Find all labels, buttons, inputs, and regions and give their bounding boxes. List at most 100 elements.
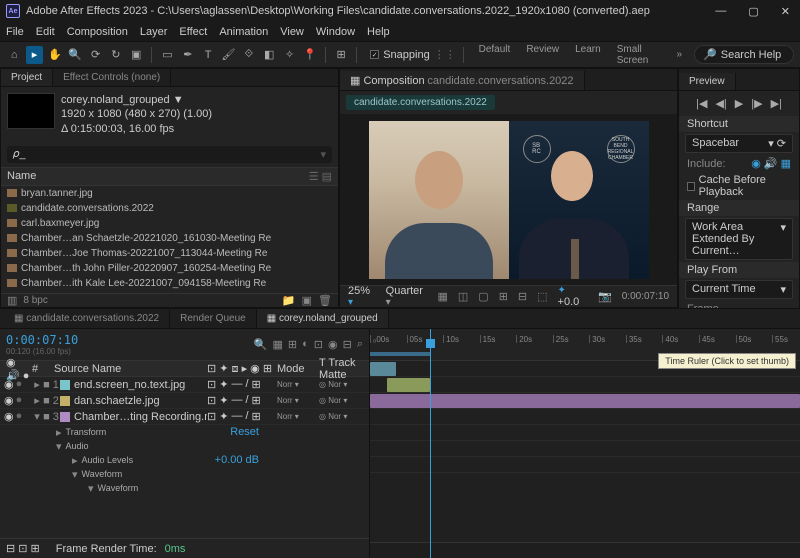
project-search-input[interactable]: 𝜌_ ▾ xyxy=(7,146,332,163)
menu-file[interactable]: File xyxy=(6,26,24,38)
maximize-button[interactable]: ▢ xyxy=(744,5,762,18)
timeline-timecode[interactable]: 0:00:07:10 xyxy=(6,333,78,347)
minimize-button[interactable]: — xyxy=(711,5,730,18)
tab-composition[interactable]: ▦ Composition candidate.conversations.20… xyxy=(340,71,585,90)
workspace-small-screen[interactable]: Small Screen xyxy=(609,42,665,68)
bpc-toggle[interactable]: 8 bpc xyxy=(23,295,47,306)
timeline-tab[interactable]: ▦ corey.noland_grouped xyxy=(257,309,389,328)
project-item[interactable]: Chamber…an Schaetzle-20221020_161030-Mee… xyxy=(1,231,338,246)
trkmat-dropdown[interactable]: ◎ Nor ▾ xyxy=(319,380,369,389)
trkmat-dropdown[interactable]: ◎ Nor ▾ xyxy=(319,412,369,421)
new-comp-icon[interactable]: ▣ xyxy=(302,294,312,307)
orbit-tool-icon[interactable]: ⟳ xyxy=(87,46,103,64)
timeline-layer[interactable]: ◉●▾■ 3Chamber…ting Recording.mp4⊡✦—/⊞Nor… xyxy=(0,409,369,425)
selection-tool-icon[interactable]: ▸ xyxy=(26,46,42,64)
roto-tool-icon[interactable]: ✧ xyxy=(281,46,297,64)
draft3d-icon[interactable]: ⊞ xyxy=(288,338,297,351)
mode-dropdown[interactable]: Norr ▾ xyxy=(277,396,319,405)
toggle-mask-icon[interactable]: ◫ xyxy=(458,290,468,303)
clone-tool-icon[interactable]: ⟐ xyxy=(241,46,257,64)
motion-blur-icon[interactable]: ◉ xyxy=(328,338,338,351)
playhead[interactable] xyxy=(430,329,431,558)
timeline-track-area[interactable]: ₀00s05s10s15s20s25s30s35s40s45s50s55s Ti… xyxy=(370,329,800,558)
playfrom-dropdown[interactable]: Current Time▾ xyxy=(685,280,793,299)
twirl-icon[interactable]: ▸ xyxy=(56,426,62,439)
solo-icon[interactable]: ● xyxy=(16,378,23,391)
shy-icon[interactable]: ◐ xyxy=(302,338,309,351)
column-menu-icon[interactable]: ☰ ▤ xyxy=(309,170,332,183)
twirl-icon[interactable]: ▾ xyxy=(32,410,42,423)
next-frame-icon[interactable]: |▶ xyxy=(751,97,762,110)
property-value[interactable]: Reset xyxy=(230,426,259,438)
toggle-switches-icon[interactable]: ⊟ ⊡ ⊞ xyxy=(6,542,40,555)
eye-icon[interactable]: ◉ xyxy=(4,378,14,391)
project-item[interactable]: candidate.conversations.2022 xyxy=(1,201,338,216)
eye-icon[interactable]: ◉ xyxy=(4,410,14,423)
play-icon[interactable]: ▶ xyxy=(735,97,743,110)
brainstorm-icon[interactable]: ⌕ xyxy=(357,338,363,351)
twirl-icon[interactable]: ▸ xyxy=(32,394,42,407)
project-item[interactable]: carl.baxmeyer.jpg xyxy=(1,216,338,231)
comp-mini-flowchart-icon[interactable]: ▦ xyxy=(273,338,283,351)
graph-editor-icon[interactable]: ⊟ xyxy=(343,338,352,351)
trkmat-dropdown[interactable]: ◎ Nor ▾ xyxy=(319,396,369,405)
snapping-toggle[interactable]: Snapping ⋮⋮ xyxy=(370,48,456,61)
project-item[interactable]: Chamber…ith Kale Lee-20221007_094158-Mee… xyxy=(1,276,338,291)
menu-effect[interactable]: Effect xyxy=(179,26,207,38)
layer-property[interactable]: ▸Audio Levels+0.00 dB xyxy=(0,453,369,467)
guides-icon[interactable]: ⊟ xyxy=(518,290,527,303)
channel-icon[interactable]: ⬚ xyxy=(537,290,547,303)
workspace-more-icon[interactable]: » xyxy=(668,47,690,62)
track-row[interactable] xyxy=(370,393,800,409)
toggle-alpha-icon[interactable]: ▦ xyxy=(437,290,447,303)
timeline-layer[interactable]: ◉●▸■ 2dan.schaetzle.jpg⊡✦—/⊞Norr ▾◎ Nor … xyxy=(0,393,369,409)
workspace-learn[interactable]: Learn xyxy=(567,42,609,68)
track-row[interactable] xyxy=(370,377,800,393)
tab-preview[interactable]: Preview xyxy=(679,73,736,90)
layer-property[interactable]: ▾Audio xyxy=(0,439,369,453)
brush-tool-icon[interactable]: 🖌 xyxy=(220,46,236,64)
timeline-layer[interactable]: ◉●▸■ 1end.screen_no.text.jpg⊡✦—/⊞Norr ▾◎… xyxy=(0,377,369,393)
layer-property[interactable]: ▸TransformReset xyxy=(0,425,369,439)
shortcut-dropdown[interactable]: Spacebar▾ ⟳ xyxy=(685,134,793,153)
delete-icon[interactable]: 🗑 xyxy=(318,294,332,307)
shape-tool-icon[interactable]: ▭ xyxy=(159,46,175,64)
anchor-tool-icon[interactable]: ▣ xyxy=(128,46,144,64)
menu-layer[interactable]: Layer xyxy=(140,26,168,38)
workspace-review[interactable]: Review xyxy=(518,42,567,68)
comp-flowchart-tab[interactable]: candidate.conversations.2022 xyxy=(346,95,495,110)
tab-effect-controls[interactable]: Effect Controls (none) xyxy=(53,69,171,86)
text-tool-icon[interactable]: T xyxy=(200,46,216,64)
twirl-icon[interactable]: ▾ xyxy=(88,482,94,495)
menu-view[interactable]: View xyxy=(280,26,304,38)
rotate-tool-icon[interactable]: ↻ xyxy=(108,46,124,64)
new-folder-icon[interactable]: 📁 xyxy=(282,294,296,307)
project-item[interactable]: bryan.tanner.jpg xyxy=(1,186,338,201)
eraser-tool-icon[interactable]: ◧ xyxy=(261,46,277,64)
mode-dropdown[interactable]: Norr ▾ xyxy=(277,412,319,421)
pen-tool-icon[interactable]: ✒ xyxy=(180,46,196,64)
twirl-icon[interactable]: ▸ xyxy=(72,454,78,467)
composition-viewer[interactable]: SBRC SOUTH BENDREGIONALCHAMBER xyxy=(340,114,677,285)
timeline-tab[interactable]: Render Queue xyxy=(170,309,257,328)
puppet-tool-icon[interactable]: 📍 xyxy=(302,46,318,64)
cache-toggle[interactable]: Cache Before Playback xyxy=(679,172,799,200)
clip[interactable] xyxy=(387,378,430,392)
include-icons[interactable]: ◉ 🔊 ▦ xyxy=(751,157,791,170)
local-axis-icon[interactable]: ⊞ xyxy=(333,46,349,64)
first-frame-icon[interactable]: |◀ xyxy=(696,97,707,110)
layer-property[interactable]: ▾Waveform xyxy=(0,481,369,495)
eye-icon[interactable]: ◉ xyxy=(4,394,14,407)
solo-icon[interactable]: ● xyxy=(16,394,23,407)
menu-edit[interactable]: Edit xyxy=(36,26,55,38)
zoom-tool-icon[interactable]: 🔍 xyxy=(67,46,83,64)
timeline-zoom-scrollbar[interactable] xyxy=(370,542,800,558)
menu-help[interactable]: Help xyxy=(367,26,390,38)
close-button[interactable]: ✕ xyxy=(777,5,794,18)
search-help-input[interactable]: 🔎 Search Help xyxy=(694,45,794,64)
twirl-icon[interactable]: ▾ xyxy=(56,440,62,453)
interpret-icon[interactable]: ▥ xyxy=(7,294,17,307)
hand-tool-icon[interactable]: ✋ xyxy=(47,46,63,64)
quality-dropdown[interactable]: Quarter ▾ xyxy=(386,285,428,308)
timeline-tab[interactable]: ▦ candidate.conversations.2022 xyxy=(4,309,170,328)
